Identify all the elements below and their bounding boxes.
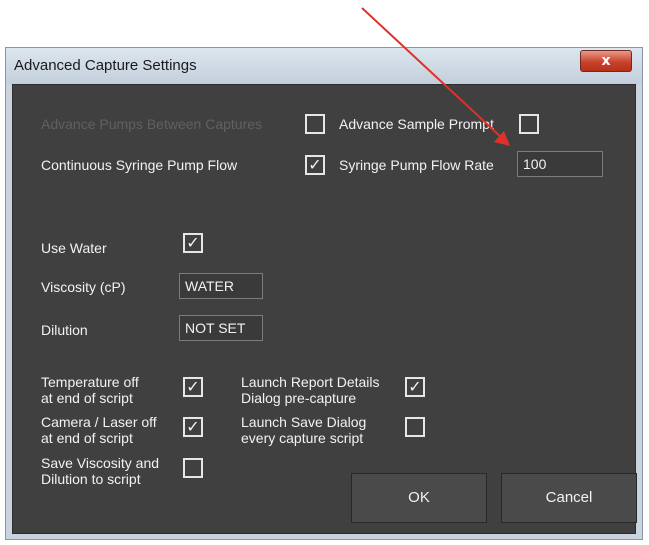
advance-sample-prompt-label: Advance Sample Prompt bbox=[339, 116, 494, 132]
temperature-off-checkbox[interactable]: ✓ bbox=[183, 377, 203, 397]
use-water-checkbox[interactable]: ✓ bbox=[183, 233, 203, 253]
dilution-label: Dilution bbox=[41, 322, 88, 338]
advance-pumps-checkbox[interactable] bbox=[305, 114, 325, 134]
viscosity-label: Viscosity (cP) bbox=[41, 279, 126, 295]
advance-sample-prompt-checkbox[interactable] bbox=[519, 114, 539, 134]
close-button[interactable]: x bbox=[580, 50, 632, 72]
launch-report-label: Launch Report Details Dialog pre-capture bbox=[241, 374, 380, 406]
ok-button[interactable]: OK bbox=[351, 473, 487, 523]
cancel-button[interactable]: Cancel bbox=[501, 473, 637, 523]
save-viscosity-checkbox[interactable] bbox=[183, 458, 203, 478]
advance-pumps-label: Advance Pumps Between Captures bbox=[41, 116, 263, 132]
use-water-label: Use Water bbox=[41, 240, 107, 256]
continuous-flow-checkbox[interactable]: ✓ bbox=[305, 155, 325, 175]
launch-save-checkbox[interactable] bbox=[405, 417, 425, 437]
camera-laser-off-label: Camera / Laser off at end of script bbox=[41, 414, 157, 446]
advanced-capture-settings-dialog: Advanced Capture Settings x Advance Pump… bbox=[5, 47, 643, 540]
flow-rate-input[interactable]: 100 bbox=[517, 151, 603, 177]
checkmark-icon: ✓ bbox=[408, 377, 422, 396]
temperature-off-label: Temperature off at end of script bbox=[41, 374, 139, 406]
checkmark-icon: ✓ bbox=[308, 155, 322, 174]
checkmark-icon: ✓ bbox=[186, 377, 200, 396]
checkmark-icon: ✓ bbox=[186, 417, 200, 436]
dialog-body: Advance Pumps Between Captures Advance S… bbox=[12, 84, 637, 534]
title-bar[interactable]: Advanced Capture Settings x bbox=[6, 48, 642, 84]
camera-laser-off-checkbox[interactable]: ✓ bbox=[183, 417, 203, 437]
checkmark-icon: ✓ bbox=[186, 233, 200, 252]
launch-report-checkbox[interactable]: ✓ bbox=[405, 377, 425, 397]
continuous-flow-label: Continuous Syringe Pump Flow bbox=[41, 157, 238, 173]
dialog-title: Advanced Capture Settings bbox=[14, 57, 197, 74]
flow-rate-label: Syringe Pump Flow Rate bbox=[339, 157, 494, 173]
close-icon: x bbox=[601, 53, 611, 69]
viscosity-field[interactable]: WATER bbox=[179, 273, 263, 299]
launch-save-label: Launch Save Dialog every capture script bbox=[241, 414, 367, 446]
save-viscosity-label: Save Viscosity and Dilution to script bbox=[41, 455, 160, 487]
dilution-field[interactable]: NOT SET bbox=[179, 315, 263, 341]
